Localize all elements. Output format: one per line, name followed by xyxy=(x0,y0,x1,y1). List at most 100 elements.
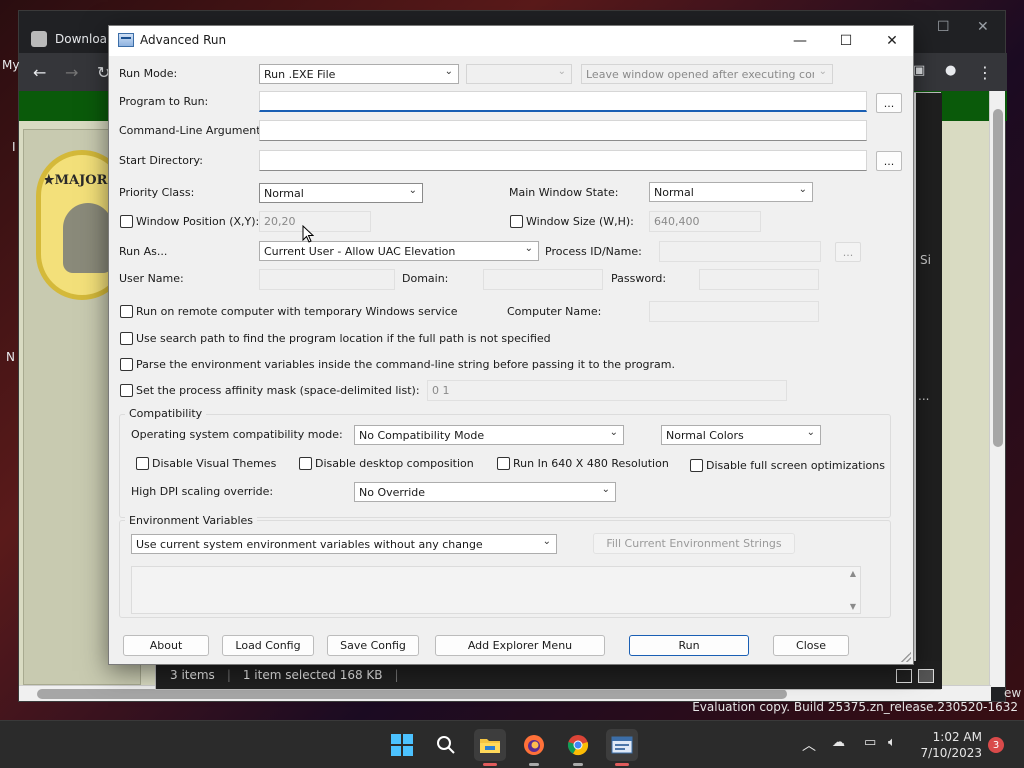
process-id-input[interactable] xyxy=(659,241,821,262)
browser-tab-label: Downloa xyxy=(55,32,108,46)
mouse-cursor-icon xyxy=(302,225,314,243)
close-icon[interactable]: ✕ xyxy=(869,26,915,56)
leave-window-combo[interactable]: Leave window opened after executing comm… xyxy=(581,64,833,84)
forward-arrow-icon[interactable]: → xyxy=(65,63,78,82)
browser-vertical-scrollbar[interactable] xyxy=(989,91,1005,687)
start-button[interactable] xyxy=(386,729,418,761)
evaluation-watermark: Evaluation copy. Build 25375.zn_release.… xyxy=(692,700,1018,714)
window-size-checkbox[interactable] xyxy=(510,215,523,228)
details-view-icon[interactable] xyxy=(896,669,912,683)
save-config-button[interactable]: Save Config xyxy=(327,635,419,656)
run-button[interactable]: Run xyxy=(629,635,749,656)
run-mode-value: Run .EXE File xyxy=(264,67,336,81)
search-icon xyxy=(437,736,455,754)
advanced-run-taskbar-button[interactable] xyxy=(606,729,638,766)
search-path-checkbox[interactable] xyxy=(120,332,133,345)
profile-icon[interactable]: ● xyxy=(945,63,956,78)
main-window-state-combo[interactable]: Normal ⌄ xyxy=(649,182,813,202)
computer-name-input[interactable] xyxy=(649,301,819,322)
sidepanel-icon[interactable]: ▣ xyxy=(913,63,925,78)
disable-desktop-composition-label: Disable desktop composition xyxy=(315,457,474,470)
user-name-input[interactable] xyxy=(259,269,395,290)
close-button[interactable]: Close xyxy=(773,635,849,656)
affinity-input[interactable]: 0 1 xyxy=(427,380,787,401)
disable-visual-themes-checkbox[interactable] xyxy=(136,457,149,470)
password-label: Password: xyxy=(611,272,667,285)
program-browse-button[interactable]: ... xyxy=(876,93,902,113)
scroll-down-icon[interactable]: ▼ xyxy=(850,602,856,611)
user-name-label: User Name: xyxy=(119,272,184,285)
search-button[interactable] xyxy=(430,729,462,761)
program-input[interactable] xyxy=(259,91,867,112)
affinity-checkbox[interactable] xyxy=(120,384,133,397)
browser-maximize-icon[interactable]: ☐ xyxy=(937,19,950,35)
dialog-titlebar[interactable]: Advanced Run — ☐ ✕ xyxy=(109,26,913,56)
minimize-icon[interactable]: — xyxy=(777,26,823,56)
disable-desktop-composition-checkbox[interactable] xyxy=(299,457,312,470)
chevron-down-icon: ⌄ xyxy=(557,66,566,77)
parse-env-checkbox[interactable] xyxy=(120,358,133,371)
chrome-taskbar-button[interactable] xyxy=(562,729,594,766)
about-button[interactable]: About xyxy=(123,635,209,656)
notification-badge[interactable]: 3 xyxy=(988,737,1004,753)
volume-icon[interactable]: 🔈︎ xyxy=(888,735,896,750)
disable-fullscreen-opt-checkbox[interactable] xyxy=(690,459,703,472)
file-explorer-taskbar-button[interactable] xyxy=(474,729,506,766)
os-compat-label: Operating system compatibility mode: xyxy=(131,428,343,441)
advanced-run-dialog: Advanced Run — ☐ ✕ Run Mode: Run .EXE Fi… xyxy=(108,25,914,665)
status-selection: 1 item selected 168 KB xyxy=(242,668,383,682)
advanced-run-app-icon xyxy=(118,33,134,47)
password-input[interactable] xyxy=(699,269,819,290)
taskbar-clock[interactable]: 1:02 AM 7/10/2023 xyxy=(918,729,982,761)
cmdline-label: Command-Line Arguments: xyxy=(119,124,270,137)
browser-favicon-icon xyxy=(31,31,47,47)
priority-combo[interactable]: Normal ⌄ xyxy=(259,183,423,203)
explorer-right-pane: Si ... xyxy=(916,93,942,663)
startdir-browse-button[interactable]: ... xyxy=(876,151,902,171)
os-compat-combo[interactable]: No Compatibility Mode ⌄ xyxy=(354,425,624,445)
explorer-side-label-dots: ... xyxy=(918,389,930,403)
horizontal-scroll-thumb[interactable] xyxy=(37,689,787,699)
cloud-offline-icon[interactable]: ☁ xyxy=(832,735,845,750)
network-icon[interactable]: ▭ xyxy=(864,735,876,750)
colors-value: Normal Colors xyxy=(666,428,744,442)
domain-input[interactable] xyxy=(483,269,603,290)
env-combo[interactable]: Use current system environment variables… xyxy=(131,534,557,554)
scroll-up-icon[interactable]: ▲ xyxy=(850,569,856,578)
add-explorer-menu-button[interactable]: Add Explorer Menu xyxy=(435,635,605,656)
main-window-state-value: Normal xyxy=(654,185,694,199)
chevron-down-icon: ⌄ xyxy=(818,66,827,77)
vertical-scroll-thumb[interactable] xyxy=(993,109,1003,447)
high-dpi-combo[interactable]: No Override ⌄ xyxy=(354,482,616,502)
chevron-down-icon: ⌄ xyxy=(601,484,610,495)
load-config-button[interactable]: Load Config xyxy=(222,635,314,656)
env-textarea[interactable]: ▲ ▼ xyxy=(131,566,861,614)
side-fragment-i: I xyxy=(12,140,16,154)
main-window-state-label: Main Window State: xyxy=(509,186,619,199)
colors-combo[interactable]: Normal Colors ⌄ xyxy=(661,425,821,445)
maximize-icon[interactable]: ☐ xyxy=(823,26,869,56)
window-position-checkbox[interactable] xyxy=(120,215,133,228)
run-mode-combo[interactable]: Run .EXE File ⌄ xyxy=(259,64,459,84)
run-mode-extra-combo[interactable]: ⌄ xyxy=(466,64,572,84)
cmdline-input[interactable] xyxy=(259,120,867,141)
resize-grip-icon[interactable] xyxy=(901,652,911,662)
remote-checkbox[interactable] xyxy=(120,305,133,318)
browser-close-icon[interactable]: ✕ xyxy=(977,19,989,35)
firefox-taskbar-button[interactable] xyxy=(518,729,550,766)
process-browse-button[interactable]: ... xyxy=(835,242,861,262)
tiles-view-icon[interactable] xyxy=(918,669,934,683)
startdir-input[interactable] xyxy=(259,150,867,171)
run-640-checkbox[interactable] xyxy=(497,457,510,470)
clock-time: 1:02 AM xyxy=(932,730,982,744)
fill-env-button[interactable]: Fill Current Environment Strings xyxy=(593,533,795,554)
back-arrow-icon[interactable]: ← xyxy=(33,63,46,82)
clock-date: 7/10/2023 xyxy=(920,746,982,760)
run-as-combo[interactable]: Current User - Allow UAC Elevation ⌄ xyxy=(259,241,539,261)
chrome-icon xyxy=(567,735,589,756)
tray-overflow-chevron-icon[interactable]: ︿ xyxy=(802,735,816,755)
startdir-label: Start Directory: xyxy=(119,154,203,167)
browser-menu-icon[interactable]: ⋮ xyxy=(977,63,993,82)
window-position-input[interactable]: 20,20 xyxy=(259,211,371,232)
window-size-input[interactable]: 640,400 xyxy=(649,211,761,232)
